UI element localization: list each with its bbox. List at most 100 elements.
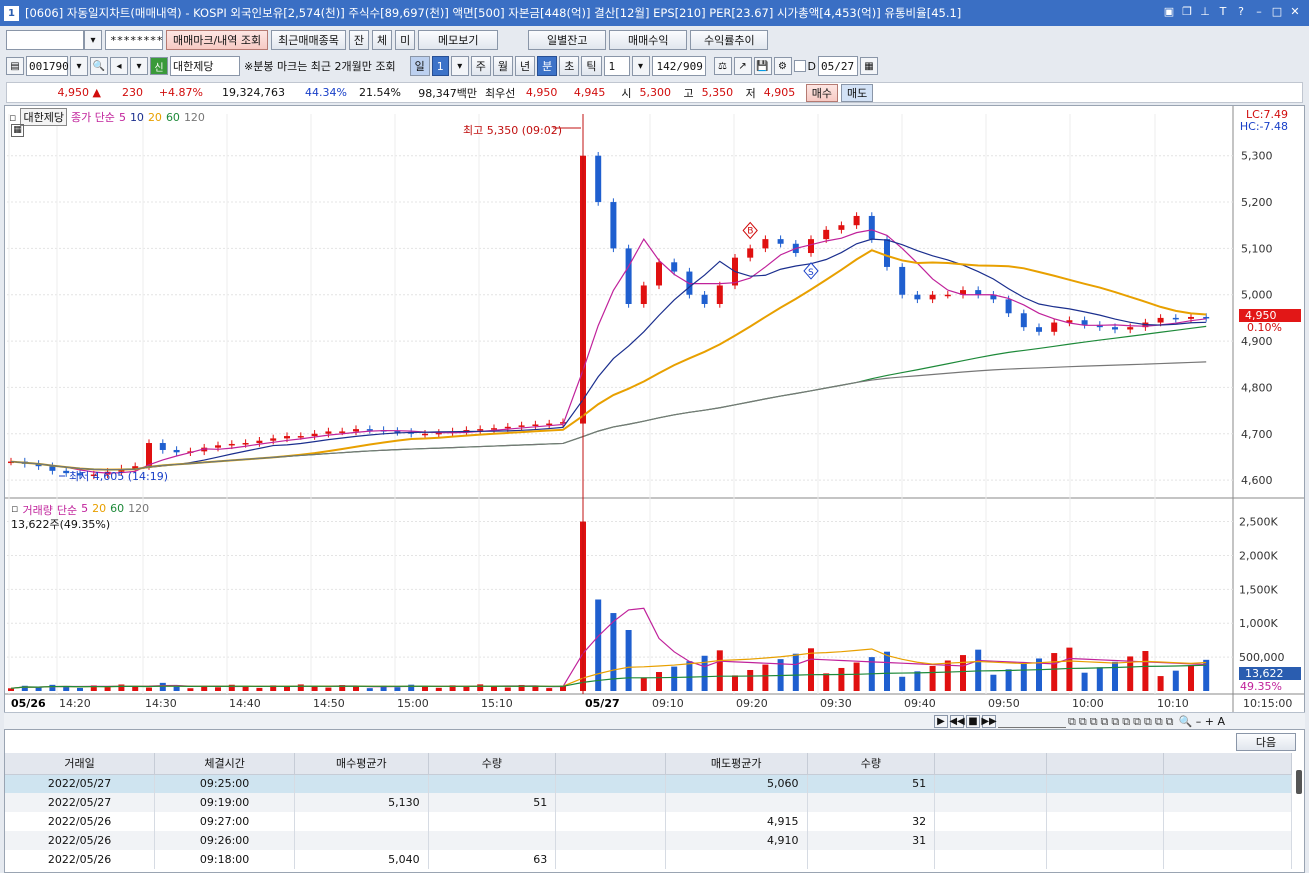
table-row[interactable]: 2022/05/26 09:18:00 5,040 63 [5, 850, 1292, 869]
zoom-icon[interactable]: 🔍 – + A [1179, 715, 1225, 729]
next-button[interactable]: 다음 [1236, 733, 1296, 751]
date-field[interactable]: 05/27 [818, 56, 859, 76]
col-header-1[interactable]: 체결시간 [154, 753, 295, 775]
price-change: 230 [122, 86, 143, 99]
table-row[interactable]: 2022/05/27 09:25:00 5,060 51 [5, 774, 1292, 793]
chart-area[interactable]: 4,600 4,700 4,800 4,900 5,000 5,100 5,200 5,300… [4, 105, 1305, 715]
table-row[interactable]: 2022/05/26 09:26:00 4,910 31 [5, 831, 1292, 850]
volume-bar [1188, 665, 1194, 691]
sell-button[interactable]: 매도 [841, 83, 874, 102]
up-arrow-icon: ▲ [92, 86, 101, 99]
volume-bar [762, 664, 769, 691]
interval-dropdown-icon[interactable]: ▾ [631, 56, 650, 76]
volume-bar [477, 684, 484, 691]
col-header-8[interactable] [1046, 753, 1165, 775]
maximize-icon[interactable]: □ [1271, 5, 1283, 19]
candle-body [1203, 316, 1210, 319]
search-icon[interactable]: 🔍 [90, 57, 108, 75]
recent-trade-button[interactable]: 최근매매종목 [271, 30, 346, 50]
grid-icon[interactable]: ▦ [11, 124, 24, 137]
unfilled-button[interactable]: 미 [395, 30, 416, 50]
minimize-icon[interactable]: – [1253, 5, 1265, 19]
chart-settings-icon[interactable]: ▫ [9, 111, 16, 124]
legend-ma5: 5 [118, 110, 126, 124]
chart-type-icon[interactable]: ▤ [6, 57, 24, 75]
speaker-icon[interactable]: ◂ [110, 57, 128, 75]
col-header-3[interactable]: 수량 [428, 753, 557, 775]
day-count-field[interactable]: 1 [431, 56, 449, 76]
trade-profit-button[interactable]: 매매수익 [609, 30, 688, 50]
period-week[interactable]: 주 [470, 56, 491, 76]
calendar-icon[interactable]: ▦ [860, 57, 879, 75]
stock-code-input[interactable]: 001790 [26, 56, 69, 76]
pin-icon[interactable]: ⊥ [1199, 5, 1211, 19]
candlestick-chart[interactable]: 4,600 4,700 4,800 4,900 5,000 5,100 5,200 5,300… [5, 106, 1304, 713]
volume-bar [532, 686, 539, 691]
arrow-down-icon[interactable]: ▾ [130, 57, 148, 75]
font-icon[interactable]: T [1217, 5, 1229, 19]
col-header-4[interactable] [555, 753, 666, 775]
return-trend-button[interactable]: 수익률추이 [690, 30, 769, 50]
table-row[interactable]: 2022/05/26 09:27:00 4,915 32 [5, 812, 1292, 831]
candle-body [808, 239, 814, 254]
indicator-icon[interactable]: ⚖ [713, 57, 732, 75]
period-day[interactable]: 일 [409, 56, 430, 76]
disk-icon[interactable]: 💾 [753, 57, 772, 75]
sell-marker-label: S [808, 268, 814, 278]
candle-body [518, 425, 525, 427]
table-cell [1163, 774, 1292, 793]
col-header-2[interactable]: 매수평균가 [294, 753, 429, 775]
legend-stock-name[interactable]: 대한제당 [20, 108, 67, 126]
volume-bar [671, 666, 678, 691]
rewind-icon[interactable]: ◀◀ [949, 715, 965, 728]
candle-body [242, 443, 249, 445]
count-field[interactable]: 142/909 [651, 56, 706, 76]
trade-amount: 98,347백만 [418, 86, 477, 100]
period-month[interactable]: 월 [492, 56, 514, 76]
volume-bar [463, 686, 470, 691]
save-icon[interactable]: ▣ [1163, 5, 1175, 19]
chart-scroll-row[interactable]: ▶ ◀◀ ■ ▶▶ ⧉⧉⧉⧉⧉⧉⧉⧉⧉⧉ 🔍 – + A [4, 712, 1305, 729]
executed-button[interactable]: 체 [372, 30, 393, 50]
period-second[interactable]: 초 [559, 56, 580, 76]
col-header-6[interactable]: 수량 [807, 753, 936, 775]
col-header-0[interactable]: 거래일 [5, 753, 156, 775]
candle-body [610, 202, 617, 249]
code-dropdown-icon[interactable]: ▾ [70, 56, 88, 76]
day-dropdown-icon[interactable]: ▾ [450, 56, 469, 76]
grid-scrollbar[interactable] [1296, 770, 1302, 794]
buy-button[interactable]: 매수 [805, 83, 838, 102]
col-header-5[interactable]: 매도평균가 [665, 753, 808, 775]
period-tick[interactable]: 틱 [581, 56, 602, 76]
forward-icon[interactable]: ▶▶ [981, 715, 997, 728]
stop-icon[interactable]: ■ [966, 715, 980, 728]
close-icon[interactable]: ✕ [1289, 5, 1301, 19]
volume-bar [297, 684, 304, 691]
col-header-9[interactable] [1163, 753, 1292, 775]
interval-field[interactable]: 1 [603, 56, 630, 76]
mark-lookup-button[interactable]: 매매마크/내역 조회 [166, 30, 269, 50]
price-tick-label: 5,200 [1241, 196, 1273, 209]
chevron-down-icon[interactable]: ▾ [84, 30, 102, 50]
account-select[interactable] [6, 30, 84, 50]
tool-icons[interactable]: ⧉⧉⧉⧉⧉⧉⧉⧉⧉⧉ [1068, 715, 1177, 729]
table-row[interactable]: 2022/05/27 09:19:00 5,130 51 [5, 793, 1292, 812]
candle-body [422, 433, 428, 436]
period-minute[interactable]: 분 [537, 56, 558, 76]
table-cell: 2022/05/27 [5, 774, 156, 793]
balance-button[interactable]: 잔 [348, 30, 370, 50]
volume-tick-label: 2,500K [1239, 516, 1278, 529]
daily-balance-button[interactable]: 일별잔고 [528, 30, 607, 50]
password-field[interactable]: ******** [105, 30, 163, 50]
gear-icon[interactable]: ⚙ [773, 57, 792, 75]
help-icon[interactable]: ? [1235, 5, 1247, 19]
col-header-7[interactable] [934, 753, 1047, 775]
scroll-right-icon[interactable]: ▶ [934, 715, 948, 728]
restore-icon[interactable]: ❐ [1181, 5, 1193, 19]
zoom-slider[interactable] [998, 715, 1066, 728]
volume-bar [1172, 670, 1179, 691]
memo-button[interactable]: 메모보기 [418, 30, 499, 50]
d-checkbox[interactable] [793, 60, 806, 72]
period-year[interactable]: 년 [515, 56, 536, 76]
draw-icon[interactable]: ↗ [733, 57, 752, 75]
